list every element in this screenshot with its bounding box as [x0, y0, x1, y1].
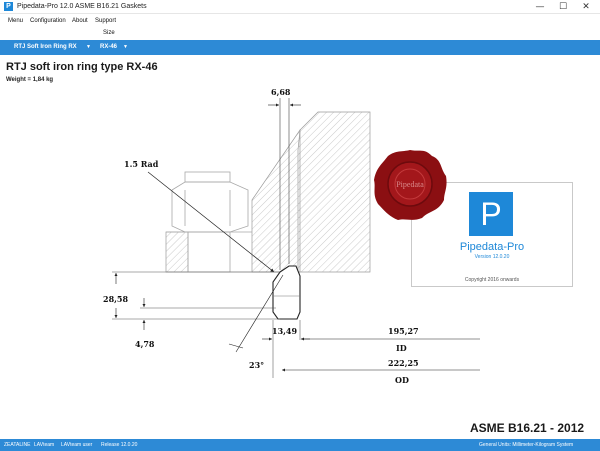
dim-od-label: OD: [395, 375, 409, 385]
dim-id-label: ID: [396, 343, 407, 353]
dim-id-value: 195,27: [388, 326, 419, 336]
dim-flat: 4,78: [135, 339, 155, 349]
standard-label: ASME B16.21 - 2012: [470, 421, 585, 435]
product-version: Version 12.0.20: [474, 254, 510, 260]
wax-seal-icon: Pipedata: [374, 150, 447, 220]
dim-od-value: 222,25: [388, 358, 419, 368]
copyright-text: Copyright 2016 onwards: [464, 277, 520, 283]
gasket-ring: [272, 265, 301, 320]
status-units: General Units: Millimeter-Kilogram Syste…: [479, 442, 574, 448]
status-release: Release 12.0.20: [101, 442, 138, 448]
lower-flange-left: [165, 231, 189, 273]
dim-angle: 23°: [249, 360, 264, 370]
seal-lettering: Pipedata: [396, 180, 424, 189]
status-company: ZEATALINE: [4, 442, 31, 448]
dim-top-width: 6,68: [271, 87, 291, 97]
product-name: Pipedata-Pro: [459, 241, 525, 253]
status-user: LAVteam user: [61, 442, 93, 448]
status-team: LAVteam: [34, 442, 55, 448]
flange-section: [297, 111, 371, 273]
dim-radius: 1.5 Rad: [124, 159, 159, 169]
dim-width: 13,49: [272, 326, 297, 336]
dim-height: 28,58: [103, 294, 128, 304]
status-bar: ZEATALINE LAVteam LAVteam user Release 1…: [0, 439, 600, 451]
product-logo-icon: P: [469, 192, 513, 236]
flange-neck: [251, 128, 301, 273]
